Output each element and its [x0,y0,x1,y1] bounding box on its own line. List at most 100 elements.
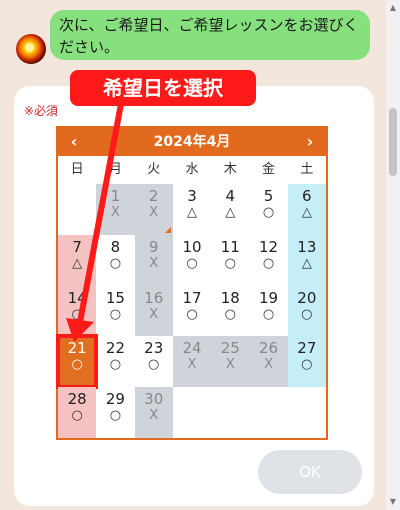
calendar-day-23[interactable]: 23 ○ [135,336,173,387]
day-number: 13 [297,237,317,256]
availability-mark: △ [301,255,312,271]
day-number: 23 [144,339,164,358]
calendar-day-17[interactable]: 17 ○ [173,286,211,337]
calendar-day-5[interactable]: 5 ○ [249,184,287,235]
availability-mark: ○ [71,408,83,424]
calendar-day-6[interactable]: 6 △ [287,184,326,235]
availability-mark: ○ [71,357,83,373]
day-number: 28 [67,390,87,409]
availability-mark: ○ [186,255,198,271]
weekday-tue: 火 [147,162,161,177]
availability-mark: X [149,408,159,424]
availability-mark: △ [186,205,197,220]
calendar-header: ‹ 2024年4月 › [58,128,326,156]
day-number: 20 [297,288,317,307]
chevron-left-icon[interactable]: ‹ [60,128,88,156]
chevron-right-icon[interactable]: › [296,128,324,156]
calendar-day-11[interactable]: 11 ○ [211,235,249,286]
day-number: 17 [182,288,202,307]
calendar-day-20[interactable]: 20 ○ [287,285,326,337]
availability-mark: ○ [109,408,122,424]
calendar-day-7[interactable]: 7 △ [58,234,97,286]
corner-marker-icon [164,226,171,233]
weekday-mon: 月 [108,162,122,177]
availability-mark: ○ [224,255,236,271]
calendar-day-19[interactable]: 19 ○ [249,286,287,337]
required-label: ※必須 [24,104,59,118]
calendar-day-4[interactable]: 4 △ [211,184,249,235]
availability-mark: X [187,357,197,373]
availability-mark: ○ [148,357,160,373]
calendar-day-3[interactable]: 3 △ [173,184,211,235]
calendar-day-18[interactable]: 18 ○ [211,286,249,337]
day-number: 9 [148,237,159,256]
availability-mark: X [264,357,273,373]
availability-mark: △ [301,205,312,220]
day-number: 26 [259,339,279,358]
calendar: ‹ 2024年4月 › 日 月 火 水 木 金 土 1 X 2 X 3 △ 4 △ 5 ○ 6 △ 7 △… [55,126,328,440]
availability-mark: X [149,205,159,220]
availability-mark: ○ [262,205,275,220]
day-number: 15 [105,288,125,307]
annotation-callout: 希望日を選択 [70,70,256,106]
scroll-thumb[interactable] [389,108,397,176]
day-number: 11 [220,237,240,256]
weekday-header: 日 月 火 水 木 金 土 [58,156,326,184]
day-number: 29 [105,390,125,409]
availability-mark: ○ [109,357,122,373]
availability-mark: ○ [262,255,275,271]
availability-mark: ○ [301,306,313,322]
calendar-day-29[interactable]: 29 ○ [96,387,134,438]
day-number: 10 [182,237,202,256]
availability-mark: ○ [262,306,275,322]
day-number: 7 [72,237,82,256]
calendar-day-24[interactable]: 24 X [172,336,212,388]
ok-button[interactable]: OK [258,450,362,494]
weekday-wed: 水 [185,162,199,177]
day-number: 12 [259,237,279,256]
calendar-day-30[interactable]: 30 X [134,387,173,438]
calendar-day-8[interactable]: 8 ○ [96,235,134,286]
calendar-day-25[interactable]: 25 X [211,336,250,388]
chat-message-text: 次に、ご希望日、ご希望レッスンをお選びください。 [59,16,359,56]
availability-mark: X [149,306,159,322]
calendar-day-26[interactable]: 26 X [249,336,288,388]
weekday-sun: 日 [70,162,84,177]
availability-mark: X [225,357,235,373]
calendar-month-title: 2024年4月 [153,134,231,150]
scroll-up-icon[interactable]: ▲ [389,4,397,12]
calendar-day-13[interactable]: 13 △ [287,234,326,286]
scrollbar[interactable]: ▲ ▼ [386,0,400,510]
calendar-day-27[interactable]: 27 ○ [287,336,326,388]
calendar-day-22[interactable]: 22 ○ [96,336,134,387]
calendar-day-15[interactable]: 15 ○ [96,286,134,337]
day-number: 16 [144,288,164,307]
availability-mark: ○ [109,255,122,271]
calendar-day-10[interactable]: 10 ○ [173,235,211,286]
calendar-day-14[interactable]: 14 ○ [58,285,97,337]
day-number: 5 [263,187,274,205]
calendar-day-1[interactable]: 1X [96,184,135,235]
scroll-down-icon[interactable]: ▼ [389,498,397,506]
calendar-day-2[interactable]: 2X [134,184,173,235]
date-selection-card: ※必須 ‹ 2024年4月 › 日 月 火 水 木 金 土 1 X 2 X 3 △ 4 △ 5 ○… [14,86,374,506]
day-number: 19 [259,288,279,307]
weekday-sat: 土 [300,162,314,177]
day-number: 21 [67,339,87,358]
calendar-day-12[interactable]: 12 ○ [249,235,287,286]
day-number: 24 [182,339,202,358]
day-number: 27 [297,339,317,358]
availability-mark: ○ [301,357,313,373]
calendar-day-9[interactable]: 9X [134,234,173,286]
calendar-day-21[interactable]: 21 ○ [55,334,99,390]
day-number: 6 [302,187,312,205]
day-number: 18 [220,288,240,307]
availability-mark: ○ [71,306,83,322]
availability-mark: X [110,205,120,220]
calendar-day-28[interactable]: 28 ○ [58,387,97,438]
day-number: 3 [187,187,197,205]
bot-avatar [16,34,46,64]
weekday-thu: 木 [223,162,237,177]
calendar-day-16[interactable]: 16 X [134,285,173,337]
chat-message-bubble: 次に、ご希望日、ご希望レッスンをお選びください。 [50,10,370,60]
